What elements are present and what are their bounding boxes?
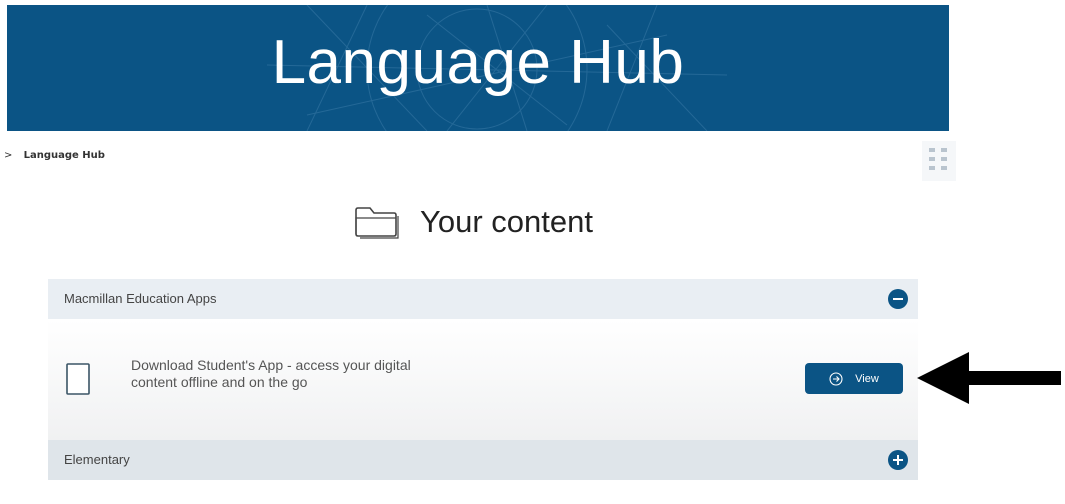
section-label: Macmillan Education Apps: [64, 291, 217, 306]
view-button-label: View: [855, 372, 879, 385]
minus-circle-icon[interactable]: [888, 289, 908, 309]
arrow-right-circle-icon: [829, 371, 843, 386]
annotation-arrow-icon: [917, 352, 1061, 404]
grid-menu-button[interactable]: [922, 141, 956, 181]
breadcrumb: > Language Hub: [4, 150, 105, 161]
item-description: Download Student's App - access your dig…: [131, 357, 511, 391]
banner: Language Hub: [7, 5, 949, 131]
item-description-line-2: content offline and on the go: [131, 374, 308, 390]
grid-menu-icon: [929, 148, 947, 170]
item-description-line-1: Download Student's App - access your dig…: [131, 357, 411, 373]
section-macmillan-education-apps[interactable]: Macmillan Education Apps: [48, 279, 918, 319]
section-elementary[interactable]: Elementary: [48, 440, 918, 480]
view-button[interactable]: View: [805, 363, 903, 394]
page-title: Your content: [420, 204, 593, 239]
section-label: Elementary: [64, 452, 130, 467]
plus-circle-icon[interactable]: [888, 450, 908, 470]
content-heading: Your content: [352, 200, 593, 244]
folder-icon: [355, 207, 399, 239]
breadcrumb-separator: >: [4, 150, 13, 161]
tablet-icon: [66, 363, 90, 395]
breadcrumb-current[interactable]: Language Hub: [24, 150, 105, 161]
banner-title: Language Hub: [271, 28, 685, 97]
list-item: Download Student's App - access your dig…: [48, 320, 918, 440]
